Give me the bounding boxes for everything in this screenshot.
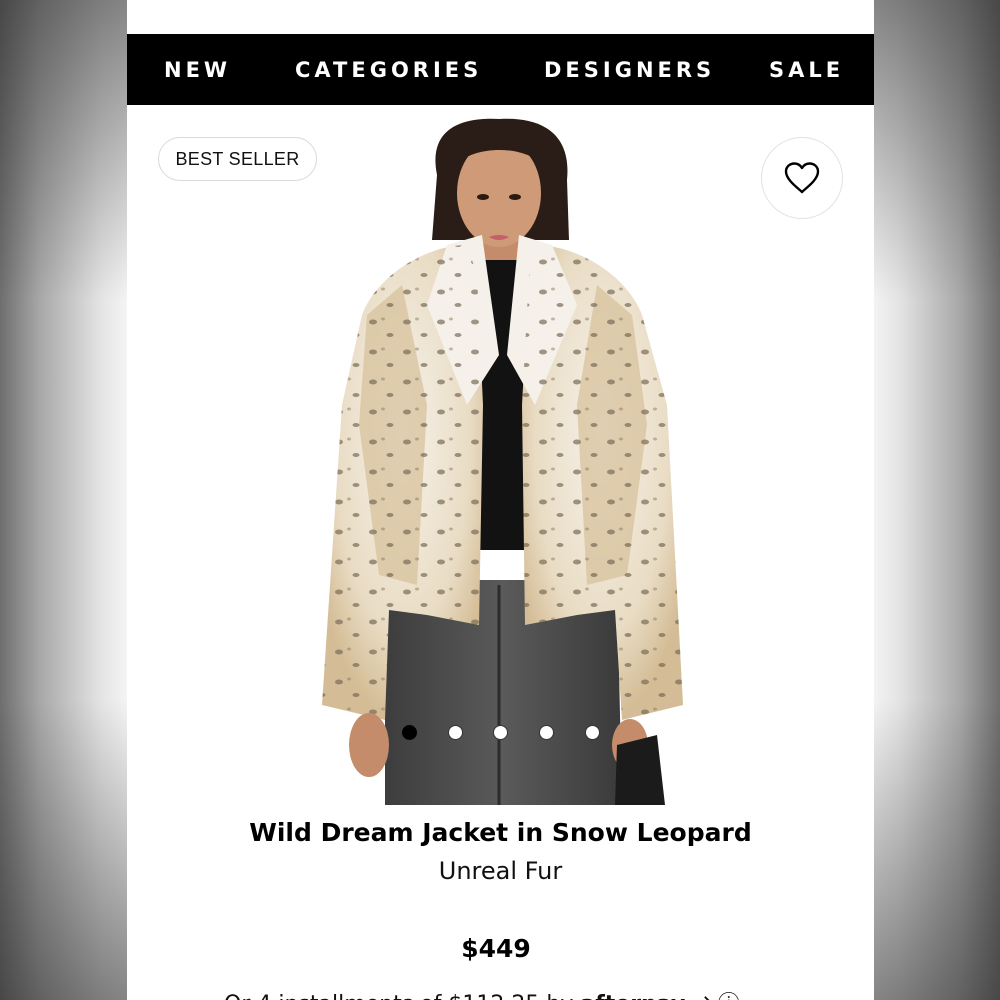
- carousel-dot-3[interactable]: [493, 725, 508, 740]
- right-background-margin: [873, 0, 1000, 1000]
- top-navigation: NEW CATEGORIES DESIGNERS SALE: [127, 34, 874, 105]
- left-background-margin: [0, 0, 127, 1000]
- afterpay-logo-text: afterpay: [580, 992, 685, 1000]
- model-handbag: [615, 735, 665, 805]
- afterpay-arrows-icon: ⇄: [692, 992, 710, 1000]
- nav-item-new[interactable]: NEW: [164, 58, 231, 82]
- info-circle-icon[interactable]: ⓘ: [718, 992, 740, 1000]
- nav-item-designers[interactable]: DESIGNERS: [544, 58, 715, 82]
- heart-outline-icon: [784, 162, 820, 194]
- product-image-carousel[interactable]: BEST SELLER: [127, 105, 874, 805]
- carousel-dot-1[interactable]: [402, 725, 417, 740]
- best-seller-badge: BEST SELLER: [158, 137, 317, 181]
- product-title: Wild Dream Jacket in Snow Leopard: [249, 818, 752, 847]
- product-brand[interactable]: Unreal Fur: [127, 857, 874, 885]
- carousel-dot-2[interactable]: [448, 725, 463, 740]
- product-price: $449: [461, 934, 531, 963]
- nav-item-sale[interactable]: SALE: [769, 58, 844, 82]
- nav-item-categories[interactable]: CATEGORIES: [295, 58, 482, 82]
- installments-text: Or 4 installments of $112.25 by: [224, 992, 573, 1000]
- installments-message: Or 4 installments of $112.25 by afterpay…: [224, 986, 740, 1000]
- carousel-indicators: [127, 723, 874, 743]
- carousel-dot-4[interactable]: [539, 725, 554, 740]
- product-photo: [322, 118, 683, 805]
- phone-screen: NEW CATEGORIES DESIGNERS SALE BEST SELLE…: [127, 0, 874, 1000]
- carousel-dot-5[interactable]: [585, 725, 600, 740]
- wishlist-button[interactable]: [761, 137, 843, 219]
